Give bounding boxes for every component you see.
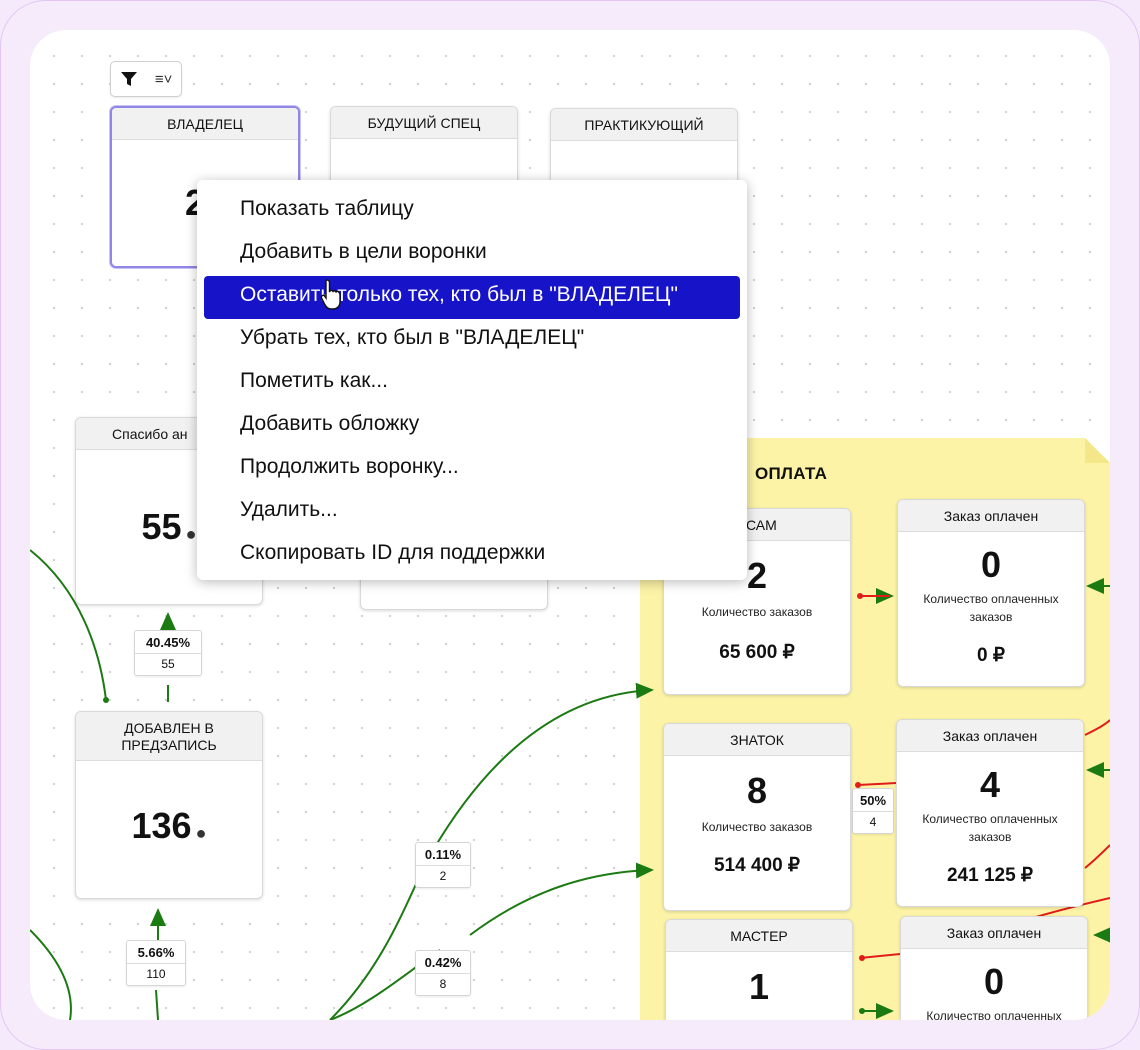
list-dropdown-icon[interactable]: ≡˅ bbox=[155, 71, 173, 88]
node-title: Заказ оплачен bbox=[901, 917, 1087, 949]
node-preorder[interactable]: ДОБАВЛЕН В ПРЕДЗАПИСЬ 136 ● bbox=[75, 711, 263, 899]
connector-dot bbox=[859, 1008, 865, 1014]
person-icon: ● bbox=[185, 524, 197, 545]
node-title: Заказ оплачен bbox=[897, 720, 1083, 752]
conversion-badge[interactable]: 50% 4 bbox=[852, 788, 894, 834]
node-title: ДОБАВЛЕН В ПРЕДЗАПИСЬ bbox=[76, 712, 262, 761]
menu-item-delete[interactable]: Удалить... bbox=[204, 491, 740, 534]
conversion-percent: 0.11% bbox=[416, 843, 470, 866]
connector-line bbox=[1084, 844, 1110, 869]
conversion-badge[interactable]: 5.66% 110 bbox=[126, 940, 186, 986]
menu-item-show-table[interactable]: Показать таблицу bbox=[204, 190, 740, 233]
node-metric-label: Количество заказов bbox=[701, 820, 813, 834]
conversion-badge[interactable]: 0.42% 8 bbox=[415, 950, 471, 996]
node-order-paid-3[interactable]: Заказ оплачен 0 Количество оплаченных bbox=[900, 916, 1088, 1020]
person-icon: ● bbox=[195, 823, 207, 844]
connector-line bbox=[30, 929, 72, 1020]
node-count: 0 bbox=[983, 961, 1005, 1002]
menu-item-copy-id[interactable]: Скопировать ID для поддержки bbox=[204, 534, 740, 577]
filter-icon[interactable] bbox=[120, 70, 138, 88]
conversion-badge[interactable]: 40.45% 55 bbox=[134, 630, 202, 676]
connector-dot bbox=[103, 697, 109, 703]
connector-line bbox=[155, 989, 159, 1020]
node-metric-label: Количество оплаченных bbox=[926, 1009, 1062, 1020]
node-title: ЗНАТОК bbox=[664, 724, 850, 756]
node-revenue: 0 ₽ bbox=[977, 645, 1005, 666]
menu-item-continue-funnel[interactable]: Продолжить воронку... bbox=[204, 448, 740, 491]
node-metric-label: Количество оплаченных заказов bbox=[922, 812, 1058, 844]
conversion-percent: 0.42% bbox=[416, 951, 470, 974]
canvas-toolbar: ≡˅ bbox=[110, 61, 182, 97]
conversion-count: 2 bbox=[439, 869, 447, 883]
connector-line bbox=[1084, 719, 1110, 736]
connector-dot bbox=[859, 955, 865, 961]
node-order-paid-2[interactable]: Заказ оплачен 4 Количество оплаченных за… bbox=[896, 719, 1084, 907]
node-count: 136 bbox=[131, 805, 192, 846]
hand-cursor-icon bbox=[320, 279, 341, 310]
connector-line bbox=[859, 953, 901, 959]
node-znatok[interactable]: ЗНАТОК 8 Количество заказов 514 400 ₽ bbox=[663, 723, 851, 911]
connector-line bbox=[431, 682, 654, 853]
menu-item-mark-as[interactable]: Пометить как... bbox=[204, 362, 740, 405]
conversion-percent: 40.45% bbox=[135, 631, 201, 654]
menu-item-remove-owner[interactable]: Убрать тех, кто был в "ВЛАДЕЛЕЦ" bbox=[204, 319, 740, 362]
node-revenue: 514 400 ₽ bbox=[713, 855, 801, 876]
node-title: МАСТЕР bbox=[666, 920, 852, 952]
conversion-percent: 5.66% bbox=[127, 941, 185, 964]
node-title: БУДУЩИЙ СПЕЦ bbox=[331, 107, 517, 139]
conversion-count: 55 bbox=[161, 657, 175, 671]
node-revenue: 65 600 ₽ bbox=[719, 642, 795, 663]
node-metric-label: Количество заказов bbox=[701, 605, 813, 619]
node-count: 8 bbox=[746, 770, 768, 811]
node-revenue: 241 125 ₽ bbox=[946, 865, 1034, 886]
connector-dot bbox=[857, 593, 863, 599]
node-count: 1 bbox=[748, 966, 770, 1007]
node-title: ВЛАДЕЛЕЦ bbox=[112, 108, 298, 140]
conversion-count: 110 bbox=[146, 967, 166, 981]
conversion-count: 4 bbox=[869, 815, 877, 829]
conversion-count: 8 bbox=[439, 977, 447, 991]
menu-item-keep-only-owner[interactable]: Оставить только тех, кто был в "ВЛАДЕЛЕЦ… bbox=[204, 276, 740, 319]
node-count: 55 bbox=[141, 506, 182, 547]
funnel-canvas[interactable]: ОПЛАТА ≡˅ ВЛАДЕЛЕЦ БУДУЩИЙ СПЕЦ ПРАКТИКУ… bbox=[30, 30, 1110, 1020]
node-order-paid-1[interactable]: Заказ оплачен 0 Количество оплаченных за… bbox=[897, 499, 1085, 687]
node-title: Заказ оплачен bbox=[898, 500, 1084, 532]
node-count: 4 bbox=[979, 764, 1001, 805]
connector-line bbox=[857, 782, 897, 786]
node-master[interactable]: МАСТЕР 1 bbox=[665, 919, 853, 1020]
node-metric-label: Количество оплаченных заказов bbox=[923, 592, 1059, 624]
connector-line bbox=[469, 862, 654, 936]
menu-item-add-cover[interactable]: Добавить обложку bbox=[204, 405, 740, 448]
node-title: ПРАКТИКУЮЩИЙ bbox=[551, 109, 737, 141]
conversion-percent: 50% bbox=[853, 789, 893, 812]
context-menu: Показать таблицу Добавить в цели воронки… bbox=[197, 180, 747, 580]
menu-item-add-to-goals[interactable]: Добавить в цели воронки bbox=[204, 233, 740, 276]
conversion-badge[interactable]: 0.11% 2 bbox=[415, 842, 471, 888]
node-count: 0 bbox=[980, 544, 1002, 585]
